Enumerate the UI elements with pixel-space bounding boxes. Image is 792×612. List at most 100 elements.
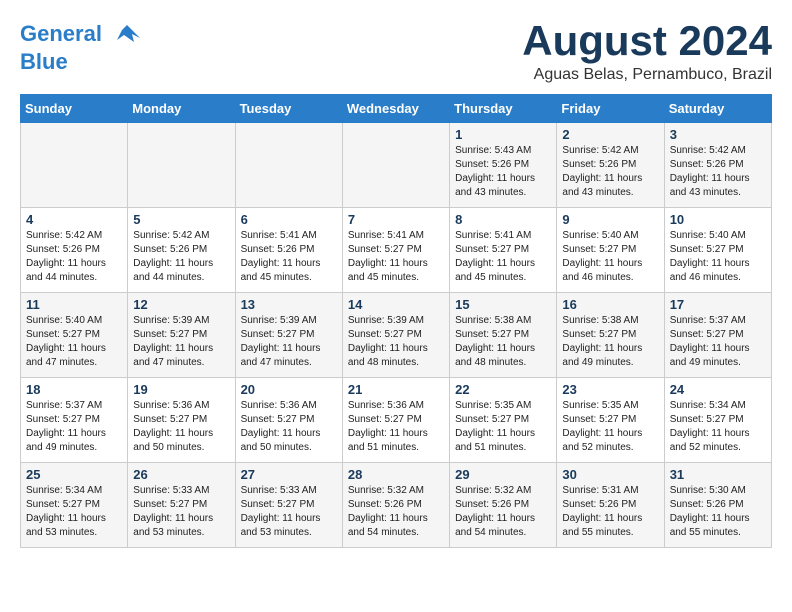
day-number: 19 bbox=[133, 382, 229, 397]
table-row: 24 Sunrise: 5:34 AM Sunset: 5:27 PM Dayli… bbox=[664, 378, 771, 463]
table-row bbox=[235, 123, 342, 208]
calendar-table: SundayMondayTuesdayWednesdayThursdayFrid… bbox=[20, 94, 772, 548]
table-row: 31Sunrise: 5:30 AM Sunset: 5:26 PM Dayli… bbox=[664, 463, 771, 548]
table-row: 21 Sunrise: 5:36 AM Sunset: 5:27 PM Dayli… bbox=[342, 378, 449, 463]
table-row bbox=[21, 123, 128, 208]
title-block: August 2024 Aguas Belas, Pernambuco, Bra… bbox=[522, 20, 772, 84]
table-row: 17 Sunrise: 5:37 AM Sunset: 5:27 PM Dayli… bbox=[664, 293, 771, 378]
day-number: 13 bbox=[241, 297, 337, 312]
logo-bird-icon bbox=[112, 20, 142, 50]
day-info: Sunrise: 5:39 AM Sunset: 5:27 PM Dayligh… bbox=[348, 314, 444, 370]
day-number: 26 bbox=[133, 467, 229, 482]
table-row: 18 Sunrise: 5:37 AM Sunset: 5:27 PM Dayli… bbox=[21, 378, 128, 463]
weekday-header-saturday: Saturday bbox=[664, 95, 771, 123]
table-row: 25 Sunrise: 5:34 AM Sunset: 5:27 PM Dayli… bbox=[21, 463, 128, 548]
day-number: 3 bbox=[670, 127, 766, 142]
day-info: Sunrise: 5:40 AM Sunset: 5:27 PM Dayligh… bbox=[562, 229, 658, 285]
table-row: 3 Sunrise: 5:42 AM Sunset: 5:26 PM Daylig… bbox=[664, 123, 771, 208]
day-number: 30 bbox=[562, 467, 658, 482]
table-row: 14 Sunrise: 5:39 AM Sunset: 5:27 PM Dayli… bbox=[342, 293, 449, 378]
day-info: Sunrise: 5:43 AM Sunset: 5:26 PM Dayligh… bbox=[455, 144, 551, 200]
day-number: 1 bbox=[455, 127, 551, 142]
table-row: 20Sunrise: 5:36 AM Sunset: 5:27 PM Dayli… bbox=[235, 378, 342, 463]
day-number: 23 bbox=[562, 382, 658, 397]
day-number: 6 bbox=[241, 212, 337, 227]
weekday-header-sunday: Sunday bbox=[21, 95, 128, 123]
day-info: Sunrise: 5:39 AM Sunset: 5:27 PM Dayligh… bbox=[241, 314, 337, 370]
table-row: 9 Sunrise: 5:40 AM Sunset: 5:27 PM Daylig… bbox=[557, 208, 664, 293]
day-info: Sunrise: 5:39 AM Sunset: 5:27 PM Dayligh… bbox=[133, 314, 229, 370]
weekday-header-friday: Friday bbox=[557, 95, 664, 123]
table-row: 15Sunrise: 5:38 AM Sunset: 5:27 PM Dayli… bbox=[450, 293, 557, 378]
table-row: 30 Sunrise: 5:31 AM Sunset: 5:26 PM Dayli… bbox=[557, 463, 664, 548]
day-info: Sunrise: 5:30 AM Sunset: 5:26 PM Dayligh… bbox=[670, 484, 766, 540]
logo-line2: Blue bbox=[20, 49, 68, 74]
table-row: 28Sunrise: 5:32 AM Sunset: 5:26 PM Dayli… bbox=[342, 463, 449, 548]
month-title: August 2024 bbox=[522, 20, 772, 62]
day-info: Sunrise: 5:40 AM Sunset: 5:27 PM Dayligh… bbox=[26, 314, 122, 370]
page-header: General Blue August 2024 Aguas Belas, Pe… bbox=[20, 20, 772, 84]
day-info: Sunrise: 5:41 AM Sunset: 5:27 PM Dayligh… bbox=[455, 229, 551, 285]
day-number: 8 bbox=[455, 212, 551, 227]
day-info: Sunrise: 5:34 AM Sunset: 5:27 PM Dayligh… bbox=[670, 399, 766, 455]
day-number: 24 bbox=[670, 382, 766, 397]
day-number: 11 bbox=[26, 297, 122, 312]
day-number: 25 bbox=[26, 467, 122, 482]
day-number: 29 bbox=[455, 467, 551, 482]
table-row: 26 Sunrise: 5:33 AM Sunset: 5:27 PM Dayli… bbox=[128, 463, 235, 548]
day-number: 14 bbox=[348, 297, 444, 312]
table-row: 5Sunrise: 5:42 AM Sunset: 5:26 PM Daylig… bbox=[128, 208, 235, 293]
day-info: Sunrise: 5:34 AM Sunset: 5:27 PM Dayligh… bbox=[26, 484, 122, 540]
table-row: 7 Sunrise: 5:41 AM Sunset: 5:27 PM Daylig… bbox=[342, 208, 449, 293]
table-row: 22Sunrise: 5:35 AM Sunset: 5:27 PM Dayli… bbox=[450, 378, 557, 463]
day-number: 16 bbox=[562, 297, 658, 312]
day-info: Sunrise: 5:33 AM Sunset: 5:27 PM Dayligh… bbox=[133, 484, 229, 540]
day-info: Sunrise: 5:31 AM Sunset: 5:26 PM Dayligh… bbox=[562, 484, 658, 540]
table-row: 8 Sunrise: 5:41 AM Sunset: 5:27 PM Daylig… bbox=[450, 208, 557, 293]
table-row: 13 Sunrise: 5:39 AM Sunset: 5:27 PM Dayli… bbox=[235, 293, 342, 378]
table-row: 16 Sunrise: 5:38 AM Sunset: 5:27 PM Dayli… bbox=[557, 293, 664, 378]
day-info: Sunrise: 5:38 AM Sunset: 5:27 PM Dayligh… bbox=[562, 314, 658, 370]
day-info: Sunrise: 5:37 AM Sunset: 5:27 PM Dayligh… bbox=[670, 314, 766, 370]
table-row: 1 Sunrise: 5:43 AM Sunset: 5:26 PM Daylig… bbox=[450, 123, 557, 208]
day-number: 18 bbox=[26, 382, 122, 397]
day-info: Sunrise: 5:36 AM Sunset: 5:27 PM Dayligh… bbox=[348, 399, 444, 455]
day-number: 12 bbox=[133, 297, 229, 312]
day-info: Sunrise: 5:42 AM Sunset: 5:26 PM Dayligh… bbox=[670, 144, 766, 200]
day-number: 17 bbox=[670, 297, 766, 312]
table-row: 4Sunrise: 5:42 AM Sunset: 5:26 PM Daylig… bbox=[21, 208, 128, 293]
location: Aguas Belas, Pernambuco, Brazil bbox=[522, 66, 772, 84]
day-number: 28 bbox=[348, 467, 444, 482]
day-number: 7 bbox=[348, 212, 444, 227]
day-number: 21 bbox=[348, 382, 444, 397]
day-info: Sunrise: 5:40 AM Sunset: 5:27 PM Dayligh… bbox=[670, 229, 766, 285]
day-info: Sunrise: 5:38 AM Sunset: 5:27 PM Dayligh… bbox=[455, 314, 551, 370]
day-number: 10 bbox=[670, 212, 766, 227]
day-number: 9 bbox=[562, 212, 658, 227]
table-row: 12 Sunrise: 5:39 AM Sunset: 5:27 PM Dayli… bbox=[128, 293, 235, 378]
table-row: 6 Sunrise: 5:41 AM Sunset: 5:26 PM Daylig… bbox=[235, 208, 342, 293]
day-info: Sunrise: 5:42 AM Sunset: 5:26 PM Dayligh… bbox=[26, 229, 122, 285]
day-info: Sunrise: 5:32 AM Sunset: 5:26 PM Dayligh… bbox=[455, 484, 551, 540]
logo-line1: General bbox=[20, 21, 102, 46]
table-row bbox=[342, 123, 449, 208]
day-info: Sunrise: 5:41 AM Sunset: 5:26 PM Dayligh… bbox=[241, 229, 337, 285]
table-row: 29 Sunrise: 5:32 AM Sunset: 5:26 PM Dayli… bbox=[450, 463, 557, 548]
weekday-header-tuesday: Tuesday bbox=[235, 95, 342, 123]
day-number: 20 bbox=[241, 382, 337, 397]
day-number: 22 bbox=[455, 382, 551, 397]
day-info: Sunrise: 5:41 AM Sunset: 5:27 PM Dayligh… bbox=[348, 229, 444, 285]
day-info: Sunrise: 5:36 AM Sunset: 5:27 PM Dayligh… bbox=[133, 399, 229, 455]
logo: General Blue bbox=[20, 20, 142, 74]
day-info: Sunrise: 5:37 AM Sunset: 5:27 PM Dayligh… bbox=[26, 399, 122, 455]
day-info: Sunrise: 5:35 AM Sunset: 5:27 PM Dayligh… bbox=[562, 399, 658, 455]
day-number: 5 bbox=[133, 212, 229, 227]
day-info: Sunrise: 5:33 AM Sunset: 5:27 PM Dayligh… bbox=[241, 484, 337, 540]
weekday-header-monday: Monday bbox=[128, 95, 235, 123]
table-row: 10 Sunrise: 5:40 AM Sunset: 5:27 PM Dayli… bbox=[664, 208, 771, 293]
day-number: 2 bbox=[562, 127, 658, 142]
table-row: 19 Sunrise: 5:36 AM Sunset: 5:27 PM Dayli… bbox=[128, 378, 235, 463]
weekday-header-wednesday: Wednesday bbox=[342, 95, 449, 123]
table-row: 11 Sunrise: 5:40 AM Sunset: 5:27 PM Dayli… bbox=[21, 293, 128, 378]
table-row: 2Sunrise: 5:42 AM Sunset: 5:26 PM Daylig… bbox=[557, 123, 664, 208]
